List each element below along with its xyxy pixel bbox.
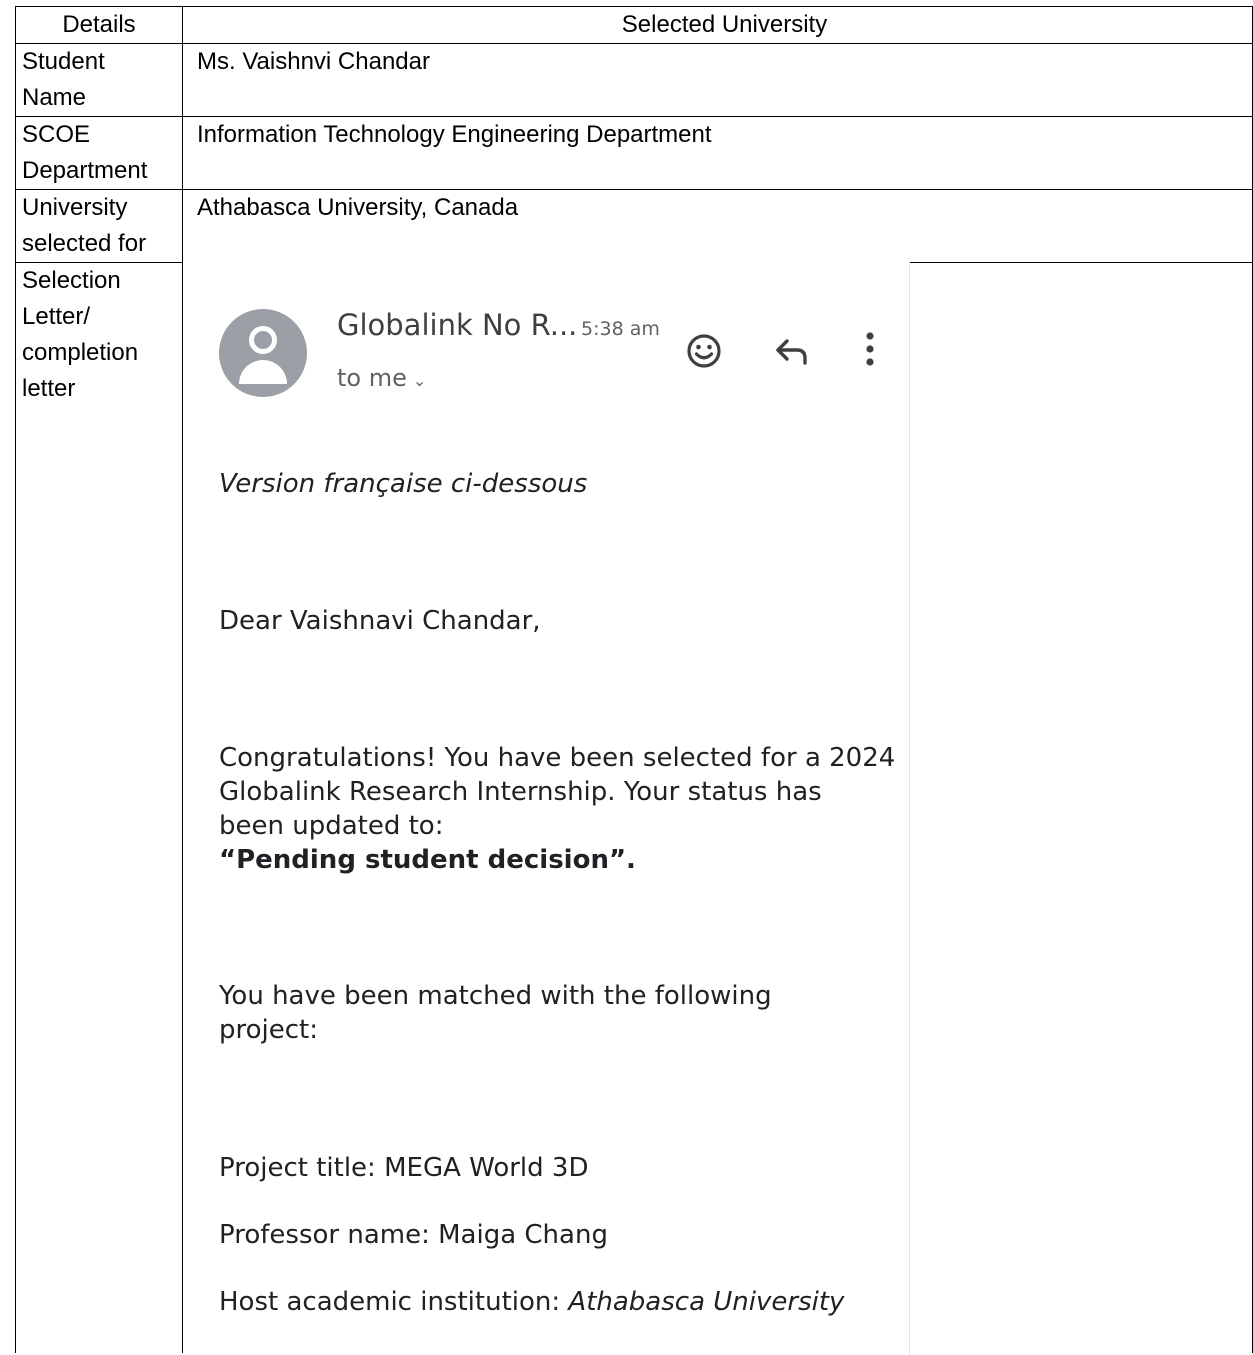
label-line: Letter/ [22, 303, 91, 330]
header-selected-university-text: Selected University [621, 11, 828, 38]
email-host-institution: Host academic institution: Athabasca Uni… [219, 1286, 844, 1319]
student-name-text: Ms. Vaishnvi Chandar [197, 48, 430, 75]
email-matched-line-2: project: [219, 1015, 318, 1045]
emoji-icon[interactable] [685, 332, 723, 370]
email-congrats-line-2: Globalink Research Internship. Your stat… [219, 777, 822, 807]
host-label: Host academic institution: [219, 1287, 569, 1317]
email-matched-line-1: You have been matched with the following [219, 981, 772, 1011]
label-line: Student [22, 48, 105, 75]
email-congrats-line-1: Congratulations! You have been selected … [219, 743, 896, 773]
label-line: Department [22, 157, 148, 184]
email-version-note: Version française ci-dessous [219, 469, 588, 499]
more-icon[interactable] [859, 328, 881, 370]
label-line: completion [22, 339, 139, 366]
university-text: Athabasca University, Canada [197, 194, 519, 221]
host-value: Athabasca University [568, 1287, 845, 1317]
header-selected-university: Selected University [182, 6, 1253, 44]
email-time: 5:38 am [581, 318, 660, 340]
label-line: Selection [22, 267, 121, 294]
recipient-text: to me [337, 364, 407, 392]
email-status: “Pending student decision”. [219, 845, 636, 875]
label-line: selected for [22, 230, 147, 257]
avatar-icon [219, 309, 307, 397]
email-sender: Globalink No R... [337, 308, 578, 342]
label-student-name: Student Name [15, 43, 183, 117]
value-university: Athabasca University, Canada [182, 189, 1253, 263]
email-screenshot: Globalink No R... 5:38 am to me ⌄ Version… [183, 262, 910, 1355]
label-selection-letter: Selection Letter/ completion letter [15, 262, 183, 1353]
label-line: letter [22, 375, 76, 402]
label-university-selected: University selected for [15, 189, 183, 263]
department-text: Information Technology Engineering Depar… [197, 121, 712, 148]
header-details: Details [15, 6, 183, 44]
label-line: SCOE [22, 121, 91, 148]
reply-icon[interactable] [773, 332, 811, 370]
email-recipient[interactable]: to me ⌄ [337, 364, 426, 392]
header-details-text: Details [62, 11, 136, 38]
label-line: Name [22, 84, 87, 111]
email-congrats-line-3: been updated to: [219, 811, 444, 841]
chevron-down-icon: ⌄ [412, 371, 427, 390]
label-scoe-department: SCOE Department [15, 116, 183, 190]
email-greeting: Dear Vaishnavi Chandar, [219, 606, 541, 636]
label-line: University [22, 194, 128, 221]
email-project-title: Project title: MEGA World 3D [219, 1153, 589, 1183]
value-department: Information Technology Engineering Depar… [182, 116, 1253, 190]
value-student-name: Ms. Vaishnvi Chandar [182, 43, 1253, 117]
email-professor: Professor name: Maiga Chang [219, 1220, 608, 1250]
